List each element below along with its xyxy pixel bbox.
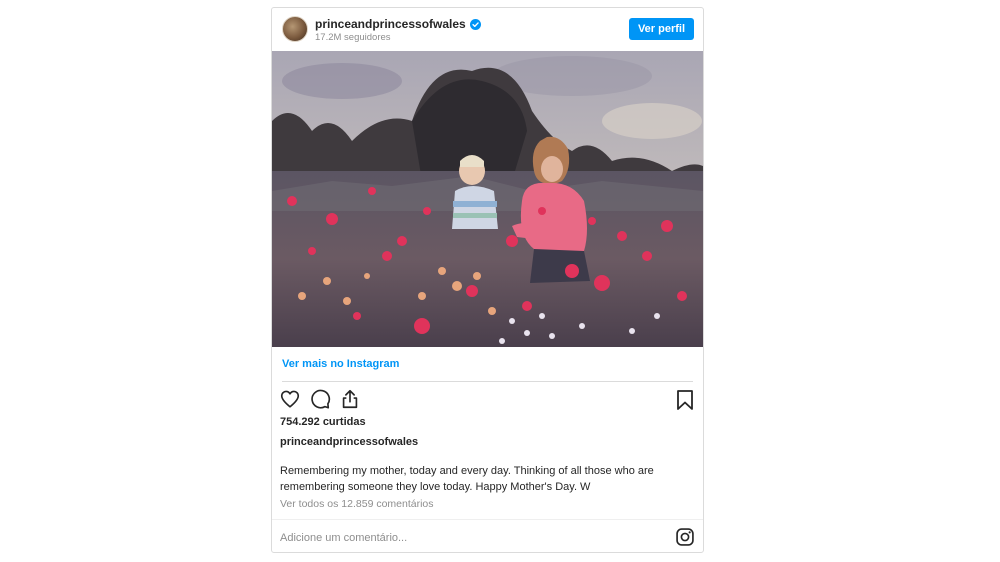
username[interactable]: princeandprincessofwales xyxy=(315,17,466,31)
caption-author[interactable]: princeandprincessofwales xyxy=(280,436,418,448)
view-all-comments-link[interactable]: Ver todos os 12.859 comentários xyxy=(280,498,434,510)
like-count: 754.292 curtidas xyxy=(280,416,366,428)
follower-count: 17.2M seguidores xyxy=(315,32,391,43)
comment-input[interactable] xyxy=(280,528,640,548)
divider xyxy=(272,519,703,520)
post-header: princeandprincessofwales 17.2M seguidore… xyxy=(272,8,703,51)
comment-bubble-icon[interactable] xyxy=(309,388,331,410)
verified-badge-icon xyxy=(469,18,481,30)
action-bar xyxy=(279,388,361,412)
heart-icon[interactable] xyxy=(279,388,301,410)
view-more-link[interactable]: Ver mais no Instagram xyxy=(282,358,399,370)
username-row: princeandprincessofwales xyxy=(315,17,481,31)
post-caption: Remembering my mother, today and every d… xyxy=(280,465,654,493)
instagram-icon[interactable] xyxy=(675,527,695,547)
share-upload-icon[interactable] xyxy=(339,388,361,410)
instagram-embed-card: princeandprincessofwales 17.2M seguidore… xyxy=(271,7,704,553)
view-profile-button[interactable]: Ver perfil xyxy=(629,18,694,40)
divider xyxy=(282,381,693,382)
bookmark-icon[interactable] xyxy=(675,389,695,411)
post-photo[interactable] xyxy=(272,51,703,347)
avatar[interactable] xyxy=(282,16,308,42)
